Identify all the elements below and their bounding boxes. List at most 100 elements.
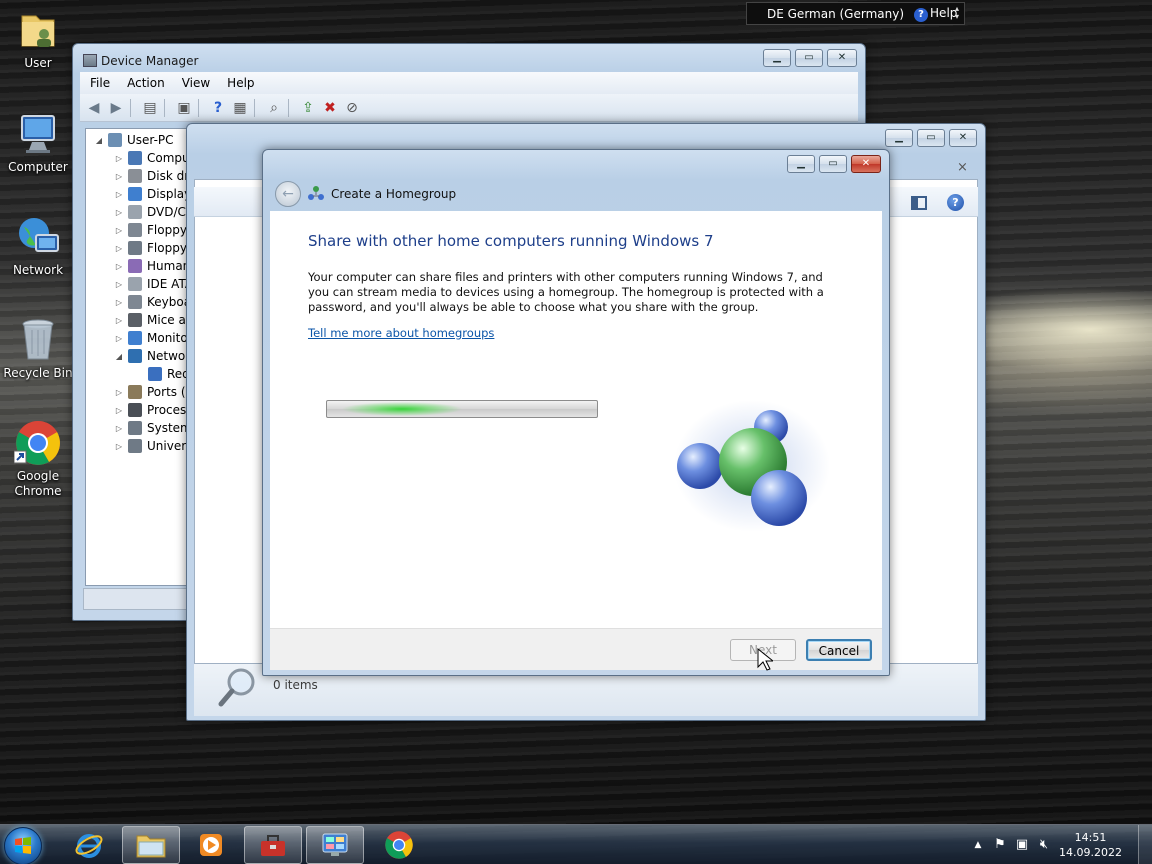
volume-muted-icon[interactable]: 🔇︎: [1036, 837, 1052, 853]
homegroup-wizard-window[interactable]: ▁ ▭ ✕ ← Create a Homegroup Share with ot…: [262, 149, 890, 676]
back-arrow-icon[interactable]: ◀: [84, 98, 104, 118]
maximize-button[interactable]: ▭: [819, 155, 847, 173]
wizard-body: Share with other home computers running …: [270, 211, 882, 628]
desktop-icon-label: User: [24, 56, 52, 70]
expand-icon[interactable]: ▷: [114, 244, 124, 253]
windows-logo-icon: [15, 837, 31, 854]
taskbar-explorer-button[interactable]: [122, 826, 180, 864]
device-category-icon: [128, 259, 142, 273]
clock-time: 14:51: [1074, 831, 1107, 844]
expand-icon[interactable]: ▷: [114, 442, 124, 451]
expand-icon[interactable]: ▷: [114, 298, 124, 307]
taskbar-ie-button[interactable]: [60, 826, 118, 864]
scan-hardware-icon[interactable]: ⌕: [264, 98, 284, 118]
taskbar-chrome-button[interactable]: [370, 826, 428, 864]
progress-marquee: [337, 402, 467, 416]
toolbox-icon: [261, 835, 285, 856]
expand-icon[interactable]: ▷: [114, 280, 124, 289]
clock[interactable]: 14:51 14.09.2022: [1059, 830, 1122, 860]
network-status-icon[interactable]: ▣: [1014, 837, 1030, 853]
menu-help[interactable]: Help: [227, 76, 263, 90]
cancel-button[interactable]: Cancel: [806, 639, 872, 661]
search-clear-icon[interactable]: ×: [957, 160, 968, 175]
menu-view[interactable]: View: [182, 76, 219, 90]
maximize-button[interactable]: ▭: [917, 129, 945, 147]
close-button[interactable]: ✕: [827, 49, 857, 67]
expand-icon[interactable]: ▷: [114, 316, 124, 325]
desktop-icon-network[interactable]: Network: [0, 213, 76, 278]
device-category-icon: [128, 223, 142, 237]
desktop-icon-computer[interactable]: Computer: [0, 110, 76, 175]
control-panel-icon: [322, 833, 348, 856]
language-indicator[interactable]: DE German (Germany): [767, 7, 904, 21]
language-bar[interactable]: DE German (Germany) ? Help ▴ ▾: [746, 2, 965, 25]
back-button[interactable]: ←: [275, 181, 301, 207]
langbar-options-icon[interactable]: ▴ ▾: [955, 5, 959, 21]
collapse-icon[interactable]: ◢: [114, 352, 124, 361]
expand-icon[interactable]: ▷: [114, 406, 124, 415]
desktop-icon-recycle-bin[interactable]: Recycle Bin: [0, 316, 76, 381]
homegroup-icon: [308, 186, 324, 200]
taskbar-control-panel-button[interactable]: [306, 826, 364, 864]
langbar-help-label: Help: [930, 5, 958, 20]
desktop-icon-user[interactable]: User: [0, 6, 76, 71]
user-folder-icon: [14, 6, 62, 54]
desktop-icon-label: Recycle Bin: [3, 366, 73, 380]
properties-icon[interactable]: ▣: [174, 98, 194, 118]
expand-icon[interactable]: ▷: [114, 190, 124, 199]
preview-pane-icon[interactable]: [911, 196, 927, 210]
langbar-help[interactable]: ? Help: [914, 6, 957, 22]
forward-arrow-icon[interactable]: ▶: [106, 98, 126, 118]
help-icon: ?: [914, 7, 929, 22]
toolbar: ◀ ▶ ▤ ▣ ? ▦ ⌕ ⇪ ✖ ⊘: [80, 94, 858, 122]
network-globe-icon: [14, 213, 62, 261]
action-center-flag-icon[interactable]: ⚑: [992, 837, 1008, 853]
show-desktop-button[interactable]: [1138, 825, 1152, 864]
expand-icon[interactable]: ▷: [114, 226, 124, 235]
wizard-heading: Share with other home computers running …: [308, 232, 714, 250]
device-category-icon: [128, 385, 142, 399]
expand-icon[interactable]: ▷: [114, 424, 124, 433]
expand-icon[interactable]: ▷: [114, 262, 124, 271]
minimize-button[interactable]: ▁: [787, 155, 815, 173]
expand-icon[interactable]: ▷: [114, 334, 124, 343]
uninstall-icon[interactable]: ✖: [320, 98, 340, 118]
desktop-icon-label: Google Chrome: [14, 469, 62, 498]
window-title: Device Manager: [101, 54, 199, 68]
toolbar-separator: [164, 98, 170, 117]
show-hide-console-tree-icon[interactable]: ▤: [140, 98, 160, 118]
desktop-icon-label: Computer: [8, 160, 68, 174]
folder-icon: [136, 835, 166, 858]
taskbar-toolbox-button[interactable]: [244, 826, 302, 864]
expand-icon[interactable]: ▷: [114, 154, 124, 163]
close-button[interactable]: ✕: [851, 155, 881, 173]
tree-root-label: User-PC: [127, 133, 174, 147]
maximize-button[interactable]: ▭: [795, 49, 823, 67]
show-hidden-icons[interactable]: ▲: [970, 837, 986, 853]
action-pane-icon[interactable]: ▦: [230, 98, 250, 118]
expand-icon[interactable]: ▷: [114, 208, 124, 217]
close-button[interactable]: ✕: [949, 129, 977, 147]
expand-icon[interactable]: ▷: [114, 388, 124, 397]
device-category-icon: [128, 295, 142, 309]
taskbar-media-player-button[interactable]: [182, 826, 240, 864]
chrome-icon: [385, 831, 413, 859]
homegroup-help-link[interactable]: Tell me more about homegroups: [308, 326, 494, 340]
computer-node-icon: [108, 133, 122, 147]
minimize-button[interactable]: ▁: [885, 129, 913, 147]
disable-device-icon[interactable]: ⊘: [342, 98, 362, 118]
help-icon[interactable]: ?: [208, 98, 228, 118]
menu-action[interactable]: Action: [127, 76, 174, 90]
menu-file[interactable]: File: [90, 76, 119, 90]
start-button[interactable]: [4, 827, 42, 864]
expand-icon[interactable]: ▷: [114, 172, 124, 181]
device-category-icon: [148, 367, 162, 381]
tree-root[interactable]: ◢ User-PC: [94, 131, 174, 149]
toolbar-separator: [198, 98, 204, 117]
minimize-button[interactable]: ▁: [763, 49, 791, 67]
desktop-icon-chrome[interactable]: Google Chrome: [0, 419, 76, 499]
help-icon[interactable]: ?: [947, 194, 964, 211]
collapse-icon[interactable]: ◢: [94, 136, 104, 145]
toolbar-separator: [130, 98, 136, 117]
update-driver-icon[interactable]: ⇪: [298, 98, 318, 118]
